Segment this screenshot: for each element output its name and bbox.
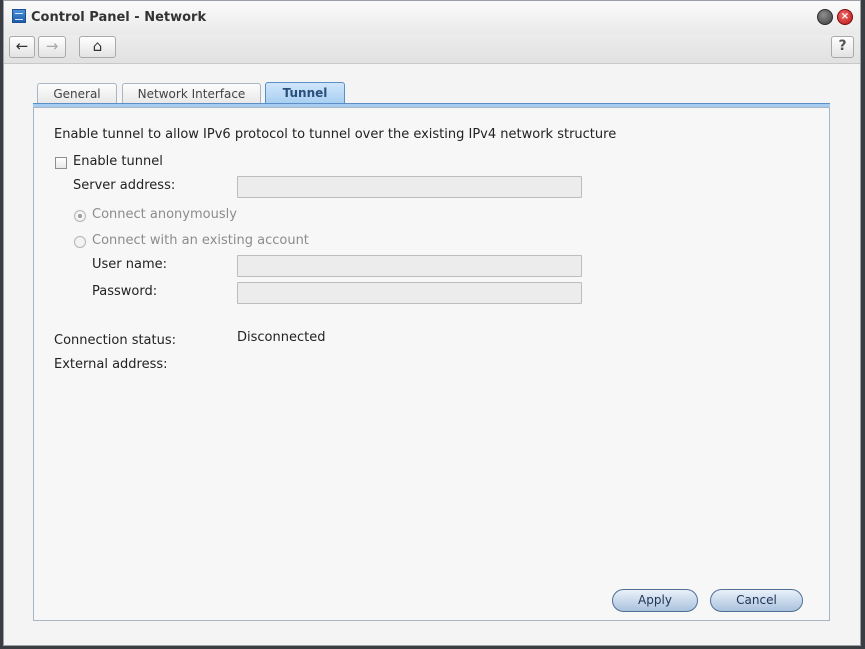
server-address-input[interactable]: [237, 176, 582, 198]
external-address-label: External address:: [54, 357, 168, 372]
minimize-icon[interactable]: [817, 9, 833, 25]
connect-existing-account-label: Connect with an existing account: [92, 233, 309, 248]
toolbar: ← → ⌂ ?: [4, 35, 860, 64]
title-bar[interactable]: Control Panel - Network ×: [4, 1, 860, 35]
apply-button[interactable]: Apply: [612, 589, 698, 612]
server-address-label: Server address:: [73, 178, 176, 193]
tab-general[interactable]: General: [37, 83, 117, 105]
home-button[interactable]: ⌂: [79, 36, 116, 58]
connect-anonymously-label: Connect anonymously: [92, 207, 237, 222]
forward-button[interactable]: →: [38, 36, 66, 58]
connection-status-value: Disconnected: [237, 330, 326, 345]
window-title: Control Panel - Network: [31, 10, 207, 25]
close-icon[interactable]: ×: [837, 9, 853, 25]
tab-tunnel[interactable]: Tunnel: [265, 82, 345, 105]
enable-tunnel-checkbox[interactable]: [55, 157, 67, 169]
connect-existing-account-radio[interactable]: [74, 236, 86, 248]
network-app-icon: [12, 9, 26, 23]
tab-network-interface[interactable]: Network Interface: [122, 83, 261, 105]
tab-strip: General Network Interface Tunnel: [33, 82, 830, 107]
enable-tunnel-label: Enable tunnel: [73, 154, 163, 169]
password-label: Password:: [92, 284, 158, 299]
connect-anonymously-radio[interactable]: [74, 210, 86, 222]
connection-status-label: Connection status:: [54, 333, 177, 348]
cancel-button[interactable]: Cancel: [710, 589, 803, 612]
password-input[interactable]: [237, 282, 582, 304]
tunnel-description: Enable tunnel to allow IPv6 protocol to …: [54, 127, 617, 142]
back-button[interactable]: ←: [9, 36, 35, 58]
username-input[interactable]: [237, 255, 582, 277]
username-label: User name:: [92, 257, 168, 272]
help-button[interactable]: ?: [831, 36, 854, 58]
